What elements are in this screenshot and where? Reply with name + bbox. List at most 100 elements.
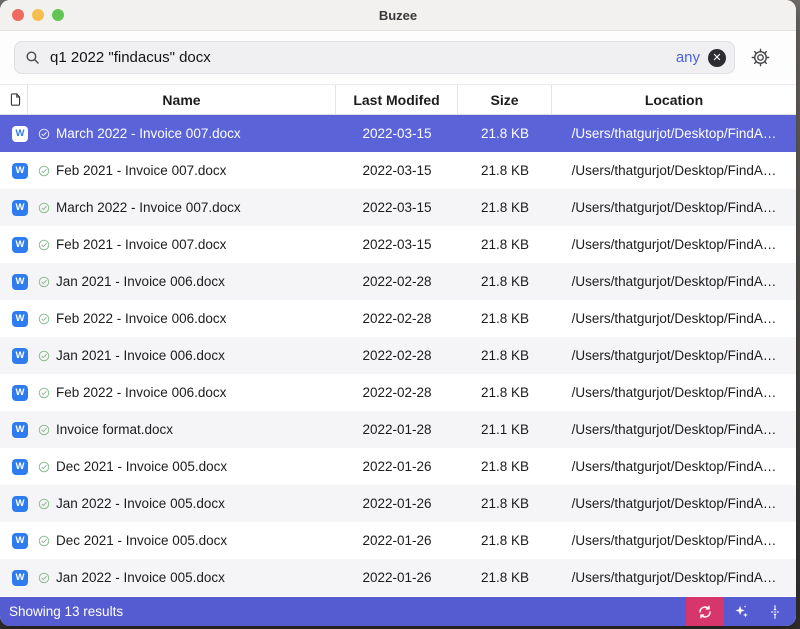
table-row[interactable]: W March 2022 - Invoice 007.docx 2022-03-… [0,115,796,152]
app-window: Buzee any ✕ [0,0,796,626]
indexed-check-icon [38,535,50,547]
refresh-button[interactable] [686,597,724,626]
indexed-check-icon [38,572,50,584]
file-type-cell: W [0,411,28,448]
word-file-icon: W [12,496,28,512]
table-row[interactable]: W Jan 2022 - Invoice 005.docx 2022-01-26… [0,559,796,596]
file-location: /Users/thatgurjot/Desktop/FindA… [552,459,796,474]
traffic-lights [12,9,64,21]
table-row[interactable]: W Feb 2021 - Invoice 007.docx 2022-03-15… [0,152,796,189]
last-modified: 2022-02-28 [336,311,458,326]
file-name: Dec 2021 - Invoice 005.docx [56,459,227,474]
file-name-cell: Feb 2021 - Invoice 007.docx [28,237,336,252]
table-row[interactable]: W Feb 2022 - Invoice 006.docx 2022-02-28… [0,374,796,411]
last-modified: 2022-03-15 [336,126,458,141]
indexed-check-icon [38,239,50,251]
ai-assistant-button[interactable] [724,597,758,626]
file-location: /Users/thatgurjot/Desktop/FindA… [552,126,796,141]
word-file-icon: W [12,163,28,179]
indexed-check-icon [38,461,50,473]
indexed-check-icon [38,350,50,362]
column-header-last-modified[interactable]: Last Modifed [336,85,458,114]
search-input[interactable] [48,48,676,67]
file-location: /Users/thatgurjot/Desktop/FindA… [552,237,796,252]
indexed-check-icon [38,128,50,140]
file-type-cell: W [0,300,28,337]
file-name: Dec 2021 - Invoice 005.docx [56,533,227,548]
file-name: Feb 2021 - Invoice 007.docx [56,237,226,252]
scroll-collapse-button[interactable] [758,597,792,626]
statusbar-actions [686,597,796,626]
file-name: Jan 2021 - Invoice 006.docx [56,274,225,289]
window-title: Buzee [0,8,796,23]
column-header-location[interactable]: Location [552,85,796,114]
file-size: 21.8 KB [458,274,552,289]
file-name: Feb 2021 - Invoice 007.docx [56,163,226,178]
file-location: /Users/thatgurjot/Desktop/FindA… [552,570,796,585]
last-modified: 2022-01-26 [336,533,458,548]
file-type-cell: W [0,448,28,485]
file-size: 21.8 KB [458,237,552,252]
results-count-text: Showing 13 results [0,604,686,619]
table-row[interactable]: W Jan 2022 - Invoice 005.docx 2022-01-26… [0,485,796,522]
file-name: March 2022 - Invoice 007.docx [56,126,241,141]
table-row[interactable]: W Feb 2021 - Invoice 007.docx 2022-03-15… [0,226,796,263]
file-type-cell: W [0,263,28,300]
last-modified: 2022-01-26 [336,496,458,511]
word-file-icon: W [12,237,28,253]
clear-search-icon[interactable]: ✕ [708,49,726,67]
file-size: 21.8 KB [458,311,552,326]
file-location: /Users/thatgurjot/Desktop/FindA… [552,200,796,215]
column-header-size[interactable]: Size [458,85,552,114]
word-file-icon: W [12,422,28,438]
file-size: 21.8 KB [458,348,552,363]
search-section: any ✕ [0,31,796,84]
file-name-cell: Dec 2021 - Invoice 005.docx [28,459,336,474]
file-type-column-header[interactable] [0,85,28,114]
zoom-window-button[interactable] [52,9,64,21]
titlebar: Buzee [0,0,796,31]
last-modified: 2022-02-28 [336,385,458,400]
file-location: /Users/thatgurjot/Desktop/FindA… [552,311,796,326]
indexed-check-icon [38,202,50,214]
file-name: Invoice format.docx [56,422,173,437]
word-file-icon: W [12,385,28,401]
word-file-icon: W [12,348,28,364]
table-row[interactable]: W Dec 2021 - Invoice 005.docx 2022-01-26… [0,448,796,485]
indexed-check-icon [38,387,50,399]
file-type-cell: W [0,226,28,263]
file-type-cell: W [0,559,28,596]
file-name: Feb 2022 - Invoice 006.docx [56,385,226,400]
last-modified: 2022-02-28 [336,274,458,289]
table-row[interactable]: W Invoice format.docx 2022-01-28 21.1 KB… [0,411,796,448]
file-name-cell: Dec 2021 - Invoice 005.docx [28,533,336,548]
file-size: 21.8 KB [458,570,552,585]
table-row[interactable]: W Feb 2022 - Invoice 006.docx 2022-02-28… [0,300,796,337]
file-name-cell: Jan 2022 - Invoice 005.docx [28,570,336,585]
minimize-window-button[interactable] [32,9,44,21]
file-size: 21.8 KB [458,533,552,548]
file-size: 21.1 KB [458,422,552,437]
table-row[interactable]: W Jan 2021 - Invoice 006.docx 2022-02-28… [0,337,796,374]
table-row[interactable]: W March 2022 - Invoice 007.docx 2022-03-… [0,189,796,226]
word-file-icon: W [12,200,28,216]
file-type-cell: W [0,485,28,522]
results-table-body: W March 2022 - Invoice 007.docx 2022-03-… [0,115,796,597]
last-modified: 2022-03-15 [336,200,458,215]
table-row[interactable]: W Dec 2021 - Invoice 005.docx 2022-01-26… [0,522,796,559]
table-row[interactable]: W Jan 2021 - Invoice 006.docx 2022-02-28… [0,263,796,300]
file-type-cell: W [0,522,28,559]
file-location: /Users/thatgurjot/Desktop/FindA… [552,385,796,400]
gear-icon [750,47,771,68]
search-filter-chip[interactable]: any [676,49,700,66]
search-box[interactable]: any ✕ [14,41,735,74]
file-type-cell: W [0,374,28,411]
file-name-cell: Jan 2021 - Invoice 006.docx [28,274,336,289]
word-file-icon: W [12,311,28,327]
settings-button[interactable] [749,47,771,69]
last-modified: 2022-01-26 [336,459,458,474]
column-header-name[interactable]: Name [28,85,336,114]
results-table-header: Name Last Modifed Size Location [0,84,796,115]
close-window-button[interactable] [12,9,24,21]
desktop-background: Buzee any ✕ [0,0,800,629]
